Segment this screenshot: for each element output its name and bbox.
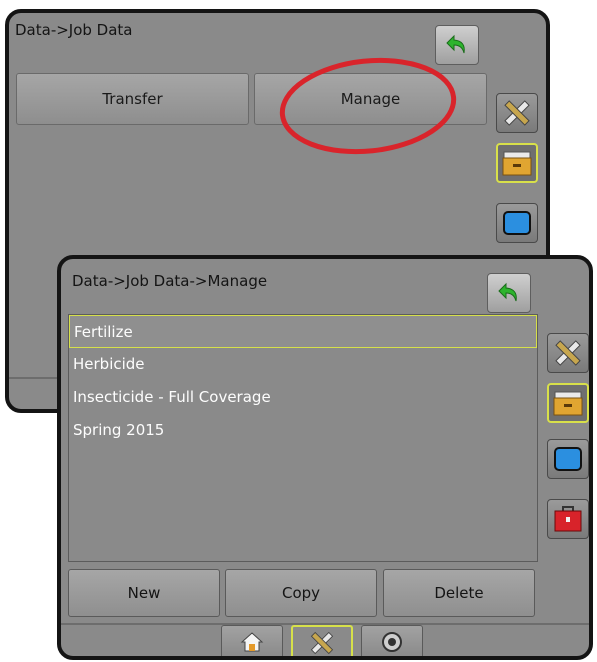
back-arrow-icon — [498, 282, 517, 302]
home-icon — [240, 631, 264, 651]
side-data-button[interactable] — [496, 143, 538, 183]
list-item[interactable]: Herbicide — [69, 348, 537, 381]
side-data-button[interactable] — [547, 383, 589, 423]
copy-button[interactable]: Copy — [225, 569, 377, 617]
tools-icon — [555, 340, 581, 366]
new-button[interactable]: New — [68, 569, 220, 617]
nav-home[interactable] — [221, 625, 283, 656]
manage-job-data-window: Data->Job Data->Manage Fertilize Herbici… — [57, 255, 593, 660]
gauge-icon — [382, 631, 402, 652]
side-tools-box-button[interactable] — [547, 499, 589, 539]
back-button[interactable] — [435, 25, 479, 65]
list-item[interactable]: Insecticide - Full Coverage — [69, 381, 537, 414]
tab-transfer[interactable]: Transfer — [16, 73, 249, 125]
back-arrow-icon — [446, 34, 465, 54]
side-display-button[interactable] — [496, 203, 538, 243]
back-button[interactable] — [487, 273, 531, 313]
side-tools-button[interactable] — [547, 333, 589, 373]
screen-icon — [503, 211, 531, 235]
breadcrumb: Data->Job Data->Manage — [72, 272, 268, 290]
list-item[interactable]: Fertilize — [69, 315, 537, 348]
list-item[interactable]: Spring 2015 — [69, 414, 537, 447]
delete-button[interactable]: Delete — [383, 569, 535, 617]
nav-tools[interactable] — [291, 625, 353, 656]
nav-gauge[interactable] — [361, 625, 423, 656]
folder-icon — [553, 391, 583, 416]
tab-manage[interactable]: Manage — [254, 73, 487, 125]
job-list: Fertilize Herbicide Insecticide - Full C… — [68, 314, 538, 562]
toolbox-icon — [554, 506, 582, 532]
tools-icon — [504, 100, 530, 126]
breadcrumb: Data->Job Data — [15, 21, 133, 39]
tools-icon — [310, 631, 334, 654]
side-tools-button[interactable] — [496, 93, 538, 133]
folder-icon — [502, 151, 532, 176]
bottom-nav — [221, 625, 431, 656]
side-display-button[interactable] — [547, 439, 589, 479]
screen-icon — [554, 447, 582, 471]
